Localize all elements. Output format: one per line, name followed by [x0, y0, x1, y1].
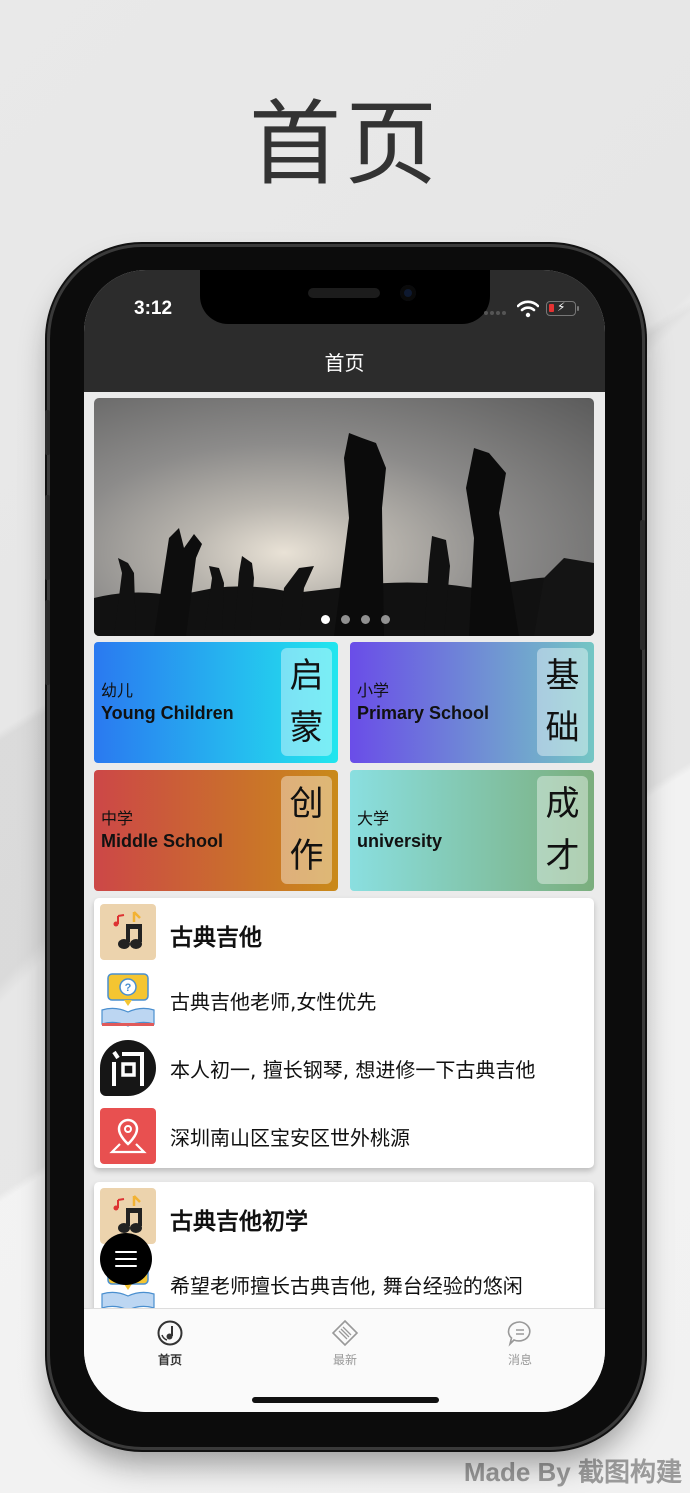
music-notes-icon	[100, 904, 156, 960]
category-zh: 中学	[101, 809, 134, 828]
speaker	[308, 288, 380, 298]
post-requirement: 古典吉他老师,女性优先	[170, 989, 377, 1014]
camera	[400, 285, 416, 301]
question-book-icon: ?	[100, 972, 156, 1028]
category-en: Young Children	[101, 703, 234, 723]
category-badge: 成才	[537, 776, 588, 884]
category-tile-young-children[interactable]: 幼儿 Young Children 启蒙	[94, 642, 338, 763]
post-title: 古典吉他初学	[170, 1209, 308, 1235]
post-requirement-row: ? 古典吉他老师,女性优先	[94, 966, 594, 1034]
tab-label: 首页	[157, 1353, 182, 1367]
scroll-content[interactable]: 幼儿 Young Children 启蒙 小学 Primary School 基础 …	[84, 392, 605, 1308]
notch	[200, 270, 490, 324]
category-zh: 幼儿	[101, 681, 134, 700]
carousel-dot[interactable]	[320, 615, 330, 624]
menu-fab-button[interactable]	[100, 1233, 152, 1285]
post-title: 古典吉他	[170, 925, 262, 951]
category-en: university	[357, 831, 443, 851]
carousel-dot[interactable]	[380, 615, 390, 624]
carousel-dot[interactable]	[340, 615, 350, 624]
status-time: 3:12	[134, 298, 173, 319]
tab-label: 消息	[507, 1353, 532, 1367]
post-location: 深圳南山区宝安区世外桃源	[170, 1125, 410, 1150]
volume-up-button	[45, 495, 50, 580]
category-badge: 基础	[537, 648, 588, 756]
hamburger-icon	[115, 1251, 137, 1253]
post-requirement: 希望老师擅长古典吉他, 舞台经验的悠闲	[170, 1273, 523, 1298]
category-tile-university[interactable]: 大学 university 成才	[350, 770, 594, 891]
page-heading: 首页	[248, 91, 441, 198]
tab-messages[interactable]: 消息	[480, 1319, 560, 1368]
tab-home[interactable]: 首页	[130, 1319, 210, 1368]
category-tile-primary-school[interactable]: 小学 Primary School 基础	[350, 642, 594, 763]
watermark: Made By 截图构建	[463, 1457, 682, 1487]
category-en: Middle School	[101, 831, 224, 851]
home-indicator[interactable]	[252, 1397, 439, 1403]
category-zh: 小学	[357, 681, 390, 700]
status-bar: 3:12 ⚡	[84, 270, 605, 334]
carousel-dot[interactable]	[360, 615, 370, 624]
tab-latest[interactable]: 最新	[305, 1319, 385, 1368]
volume-down-button	[45, 600, 50, 685]
battery-icon: ⚡	[546, 300, 579, 316]
disc-icon	[157, 1320, 183, 1346]
power-button	[640, 520, 645, 650]
post-question-row: 本人初一, 擅长钢琴, 想进修一下古典吉他	[94, 1034, 594, 1102]
post-requirement-row: 希望老师擅长古典吉他, 舞台经验的悠闲	[94, 1250, 594, 1308]
ask-icon	[100, 1040, 156, 1096]
post-title-row: 古典吉他初学	[94, 1182, 594, 1250]
category-zh: 大学	[357, 809, 390, 828]
wifi-icon	[517, 300, 539, 318]
tab-label: 最新	[332, 1353, 357, 1367]
banner-image	[94, 433, 594, 636]
phone-screen: 3:12 ⚡ 首页 幼儿 Young Children 启蒙 小学 Primar…	[84, 270, 605, 1412]
post-location-row: 深圳南山区宝安区世外桃源	[94, 1102, 594, 1170]
chat-icon	[507, 1321, 531, 1347]
news-icon	[331, 1319, 359, 1347]
mute-switch	[45, 410, 50, 455]
category-en: Primary School	[357, 703, 490, 723]
banner-carousel[interactable]	[94, 398, 594, 636]
category-badge: 创作	[281, 776, 332, 884]
post-question: 本人初一, 擅长钢琴, 想进修一下古典吉他	[170, 1057, 536, 1082]
nav-title: 首页	[84, 334, 605, 392]
category-badge: 启蒙	[281, 648, 332, 756]
post-card[interactable]: 古典吉他 ? 古典吉他老师,女性优先 本人初一, 擅长钢琴, 想进修一下古典吉他…	[94, 898, 594, 1168]
post-title-row: 古典吉他	[94, 898, 594, 966]
category-tile-middle-school[interactable]: 中学 Middle School 创作	[94, 770, 338, 891]
post-card[interactable]: 古典吉他初学 希望老师擅长古典吉他, 舞台经验的悠闲	[94, 1182, 594, 1308]
svg-text:?: ?	[125, 982, 132, 994]
cellular-signal-icon	[484, 311, 506, 315]
carousel-dots	[94, 615, 594, 624]
map-pin-icon	[100, 1108, 156, 1164]
